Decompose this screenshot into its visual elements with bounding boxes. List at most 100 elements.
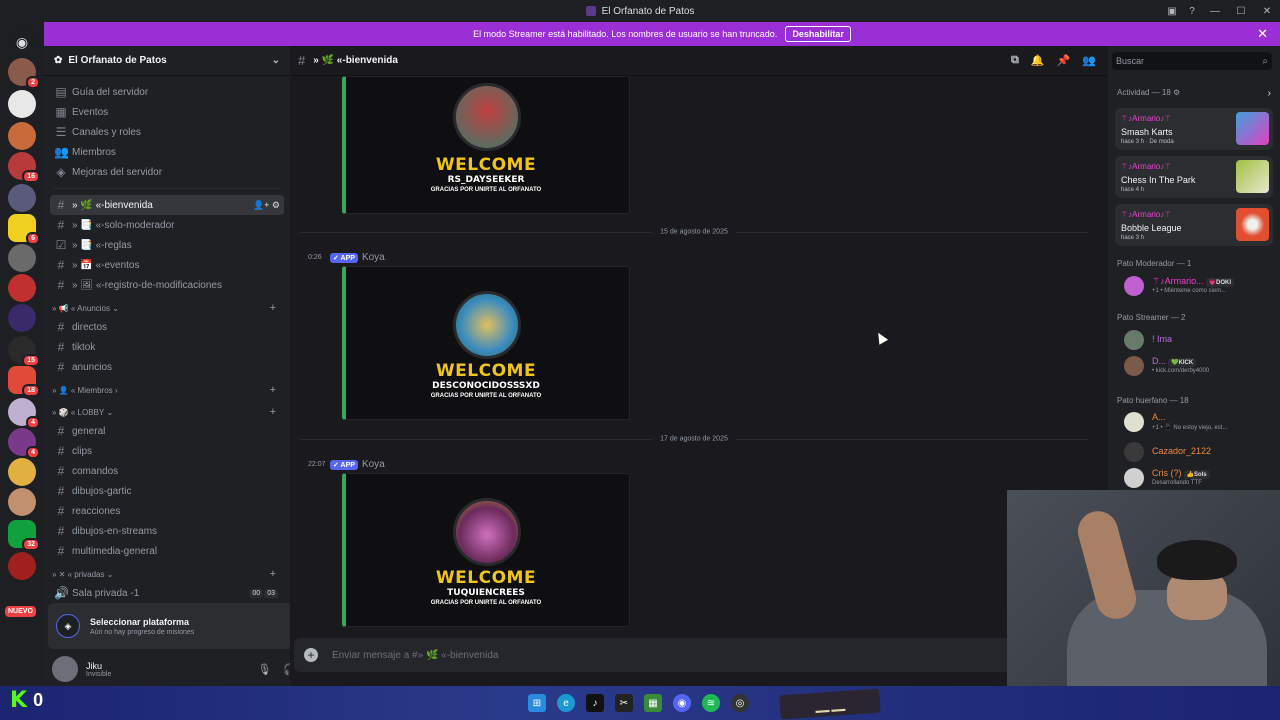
server-icon[interactable]: [8, 488, 36, 516]
new-badge[interactable]: NUEVO: [5, 606, 36, 617]
category-privadas[interactable]: » ✕ « privadas ⌄ +: [50, 565, 284, 583]
member-avatar-image: [453, 291, 521, 359]
home-discord-icon[interactable]: ◉: [8, 28, 36, 56]
server-icon[interactable]: 18: [8, 366, 40, 397]
server-icon[interactable]: [8, 458, 36, 486]
spotify-icon[interactable]: ≋: [702, 694, 720, 712]
message-composer[interactable]: + Enviar mensaje a #» 🌿 «-bienvenida 🎁: [294, 638, 1104, 672]
discord-taskbar-icon[interactable]: ◉: [673, 694, 691, 712]
server-menu-guide[interactable]: ▤ Guía del servidor: [50, 82, 284, 102]
chevron-right-icon[interactable]: ›: [1268, 88, 1271, 99]
channel-reacciones[interactable]: # reacciones: [50, 501, 284, 521]
hash-icon: #: [57, 544, 65, 558]
composer-placeholder[interactable]: Enviar mensaje a #» 🌿 «-bienvenida: [332, 650, 498, 661]
server-menu-members[interactable]: 👥 Miembros: [50, 142, 284, 162]
server-icon[interactable]: [8, 304, 36, 332]
member-row[interactable]: Cazador_2122: [1124, 440, 1274, 464]
server-icon[interactable]: [8, 90, 36, 118]
channel-anuncios[interactable]: # anuncios: [50, 357, 284, 377]
minimize-button[interactable]: —: [1202, 6, 1228, 17]
server-icon[interactable]: [8, 274, 36, 302]
channel-reglas[interactable]: ☑ » 📑 «-reglas: [50, 235, 284, 255]
server-header[interactable]: ✿ El Orfanato de Patos ⌄: [44, 46, 290, 76]
member-row[interactable]: D... 💚KICK • kick.com/derby4000: [1124, 354, 1274, 378]
server-menu-events[interactable]: ▦ Eventos: [50, 102, 284, 122]
server-icon[interactable]: [8, 184, 36, 212]
channel-label: » 📅 «-eventos: [72, 259, 140, 271]
server-icon[interactable]: [8, 122, 36, 150]
add-attachment-icon[interactable]: +: [304, 648, 318, 662]
help-icon[interactable]: ?: [1182, 6, 1202, 17]
server-icon[interactable]: [8, 552, 36, 580]
activity-card[interactable]: ⚚♪Armario♪⚚ Smash Karts hace 3 h · De mo…: [1115, 108, 1273, 150]
voice-channel-sala-privada[interactable]: 🔊 Sala privada -1 00 03: [50, 583, 284, 603]
obs-icon[interactable]: ◎: [731, 694, 749, 712]
category-lobby[interactable]: » 🎲 « LOBBY ⌄ +: [50, 403, 284, 421]
close-icon[interactable]: ✕: [1257, 26, 1268, 42]
member-row[interactable]: Cris (?) 👍Sols Desarrollando TTF: [1124, 466, 1274, 490]
channel-registro[interactable]: # » 🖼 «-registro-de-modificaciones: [50, 275, 284, 295]
channel-solo-moderador[interactable]: # » 📑 «-solo-moderador: [50, 215, 284, 235]
server-menu-channels-roles[interactable]: ☰ Canales y roles: [50, 122, 284, 142]
member-row[interactable]: A... +1 • 📱 No estoy viejo, est...: [1124, 410, 1274, 434]
server-icon[interactable]: 6: [8, 214, 40, 245]
edge-browser-icon[interactable]: e: [557, 694, 575, 712]
avatar[interactable]: [52, 656, 78, 682]
server-menu-boosts[interactable]: ◈ Mejoras del servidor: [50, 162, 284, 182]
pin-icon[interactable]: 📌: [1057, 54, 1071, 67]
game-thumbnail: [1236, 208, 1269, 241]
channel-clips[interactable]: # clips: [50, 441, 284, 461]
platform-quest-panel[interactable]: ◈ Seleccionar plataforma Aún no hay progr…: [48, 603, 327, 649]
server-icon[interactable]: 16: [8, 152, 40, 183]
server-icon[interactable]: 4: [8, 398, 40, 429]
member-row[interactable]: ! Ima: [1124, 328, 1274, 352]
capcut-icon[interactable]: ✂: [615, 694, 633, 712]
add-channel-icon[interactable]: +: [270, 406, 284, 418]
channel-directos[interactable]: # directos: [50, 317, 284, 337]
activity-card[interactable]: ⚚♪Armario♪⚚ Chess In The Park hace 4 h: [1115, 156, 1273, 198]
channel-label: multimedia-general: [72, 545, 158, 557]
server-icon[interactable]: 32: [8, 520, 40, 551]
close-button[interactable]: ✕: [1254, 6, 1280, 17]
search-input[interactable]: Buscar ⌕: [1112, 52, 1272, 70]
category-anuncios[interactable]: » 📢 « Anuncios ⌄ +: [50, 299, 284, 317]
server-icon[interactable]: 2: [8, 58, 40, 89]
channel-eventos[interactable]: # » 📅 «-eventos: [50, 255, 284, 275]
maximize-button[interactable]: ☐: [1228, 6, 1254, 17]
inbox-icon[interactable]: ▣: [1162, 6, 1182, 17]
windows-start-icon[interactable]: ⊞: [528, 694, 546, 712]
channel-tiktok[interactable]: # tiktok: [50, 337, 284, 357]
channel-multimedia-general[interactable]: # multimedia-general: [50, 541, 284, 561]
add-channel-icon[interactable]: +: [270, 302, 284, 314]
server-icon[interactable]: 4: [8, 428, 40, 459]
server-icon[interactable]: 15: [8, 336, 40, 367]
message-author[interactable]: Koya: [362, 459, 385, 470]
category-miembros[interactable]: » 👤 « Miembros › +: [50, 381, 284, 399]
channel-comandos[interactable]: # comandos: [50, 461, 284, 481]
member-list-icon[interactable]: 👥: [1082, 54, 1096, 67]
add-channel-icon[interactable]: +: [270, 384, 284, 396]
channel-dibujos-gartic[interactable]: # dibujos-gartic: [50, 481, 284, 501]
channel-bienvenida[interactable]: # » 🌿 «-bienvenida 👤+ ⚙: [50, 195, 284, 215]
server-icon[interactable]: [8, 244, 36, 272]
message-author[interactable]: Koya: [362, 252, 385, 263]
channel-dibujos-en-streams[interactable]: # dibujos-en-streams: [50, 521, 284, 541]
chat-area: # » 🌿 «-bienvenida ⧉ 🔔 📌 👥 WELCOME RS_DA…: [290, 46, 1108, 686]
tiktok-icon[interactable]: ♪: [586, 694, 604, 712]
bell-icon[interactable]: 🔔: [1031, 54, 1045, 67]
invite-settings-icons[interactable]: 👤+ ⚙: [253, 200, 284, 211]
channel-general[interactable]: # general: [50, 421, 284, 441]
avatar: [1124, 356, 1144, 376]
minecraft-icon[interactable]: ▦: [644, 694, 662, 712]
activity-user: ⚚♪Armario♪⚚: [1121, 114, 1172, 123]
member-tag: 💗DOKI: [1205, 278, 1235, 287]
channel-label: tiktok: [72, 341, 96, 353]
disable-button[interactable]: Deshabilitar: [785, 26, 851, 42]
member-row[interactable]: ⚚♪Armario... 💗DOKI +1 • Miénteme como sie…: [1124, 274, 1274, 298]
threads-icon[interactable]: ⧉: [1011, 54, 1019, 67]
search-icon: ⌕: [1262, 55, 1268, 67]
add-channel-icon[interactable]: +: [270, 568, 284, 580]
activity-card[interactable]: ⚚♪Armario♪⚚ Bobble League hace 3 h: [1115, 204, 1273, 246]
microphone-icon[interactable]: 🎙: [257, 663, 271, 676]
platform-title: Seleccionar plataforma: [90, 616, 190, 627]
